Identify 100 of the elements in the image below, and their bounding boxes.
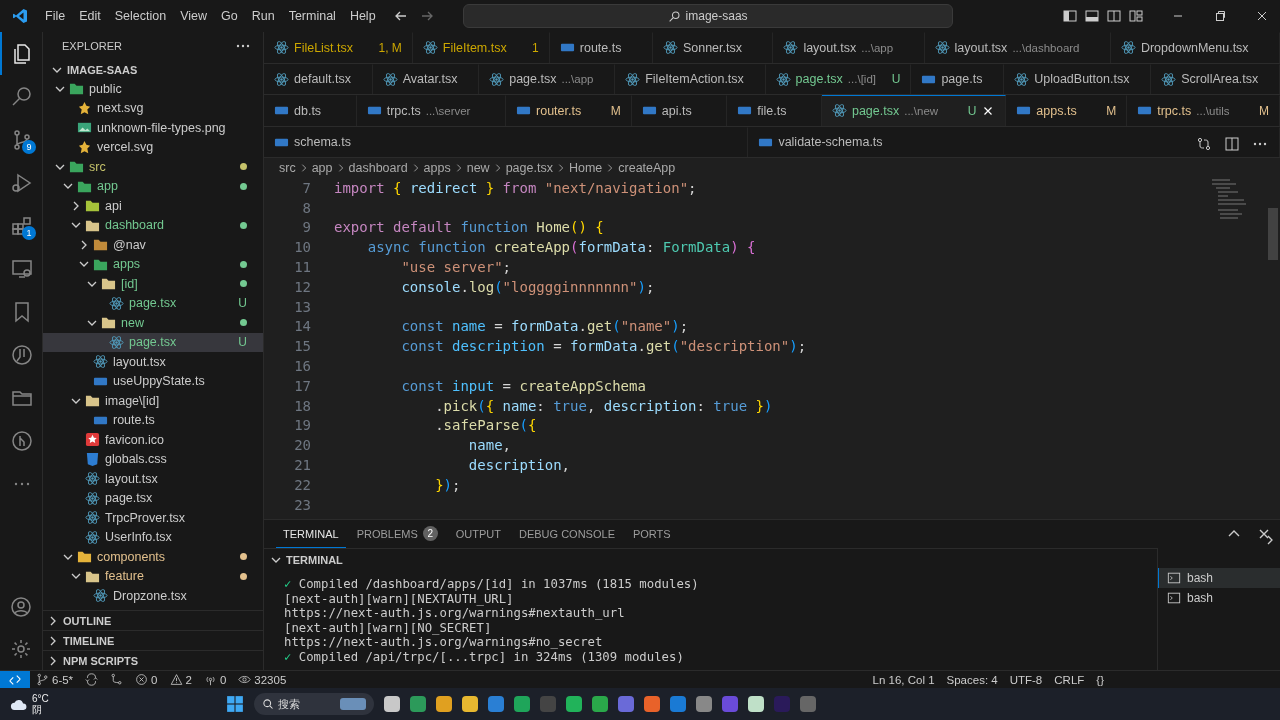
section-header[interactable]: TIMELINE (43, 630, 263, 650)
editor-tab[interactable]: trpc.ts ...\utils M (1127, 95, 1280, 126)
activity-bar-item[interactable]: 9 (0, 118, 42, 161)
breadcrumb-item[interactable]: apps (423, 161, 451, 175)
tree-item[interactable]: app (43, 176, 263, 196)
status-bar-item[interactable]: 0 (129, 673, 164, 686)
app-icon[interactable] (410, 696, 426, 712)
tree-item[interactable]: src (43, 157, 263, 177)
status-bar-item[interactable]: {} (1090, 673, 1110, 686)
breadcrumb-item[interactable]: new (466, 161, 490, 175)
app-icon[interactable] (592, 696, 608, 712)
tree-item[interactable]: vercel.svg (43, 137, 263, 157)
menu-item[interactable]: Terminal (281, 9, 343, 23)
tree-item[interactable]: globals.css (43, 449, 263, 469)
app-icon[interactable] (670, 696, 686, 712)
editor-tab[interactable]: FileItem.tsx 1 (412, 32, 550, 63)
panel-tab[interactable]: PORTS (625, 520, 678, 548)
panel-tab[interactable]: DEBUG CONSOLE (512, 520, 622, 548)
status-bar-item[interactable]: 6-5* (30, 673, 80, 686)
status-bar-item[interactable]: CRLF (1048, 673, 1091, 686)
editor-tab[interactable]: api.ts (631, 95, 728, 126)
tree-item[interactable]: page.tsx (43, 488, 263, 508)
editor-tab[interactable]: Sonner.tsx (652, 32, 774, 63)
editor-tab[interactable]: router.ts M (506, 95, 632, 126)
compare-changes-icon[interactable] (1196, 136, 1212, 152)
editor-tab[interactable]: FileItemAction.tsx (615, 63, 766, 94)
tree-item[interactable]: route.ts (43, 410, 263, 430)
app-icon[interactable] (748, 696, 764, 712)
editor-tab[interactable]: page.tsx ...\new U (821, 95, 1007, 126)
tree-item[interactable]: new (43, 313, 263, 333)
remote-button[interactable] (0, 671, 30, 688)
editor-tab[interactable]: validate-schema.ts (748, 126, 1280, 157)
terminal-section-header[interactable]: TERMINAL (264, 548, 1157, 571)
editor-tab[interactable]: DropdownMenu.tsx (1110, 32, 1280, 63)
tree-item[interactable]: page.tsx U (43, 332, 263, 352)
account-icon[interactable] (9, 595, 33, 619)
menu-item[interactable]: Selection (107, 9, 174, 23)
tree-item[interactable]: next.svg (43, 98, 263, 118)
breadcrumb-item[interactable]: app (311, 161, 333, 175)
breadcrumb-item[interactable]: src (279, 161, 296, 175)
panel-tab[interactable]: TERMINAL (276, 520, 346, 548)
terminal-list-item[interactable]: bash (1158, 588, 1280, 608)
editor-tab[interactable]: db.ts (264, 95, 357, 126)
tree-item[interactable]: layout.tsx (43, 352, 263, 372)
editor-tab[interactable]: schema.ts (264, 126, 749, 157)
activity-bar-item[interactable]: 1 (0, 204, 42, 247)
status-bar-item[interactable]: Spaces: 4 (940, 673, 1004, 686)
tree-item[interactable]: page.tsx U (43, 293, 263, 313)
status-bar-item[interactable]: UTF-8 (1003, 673, 1049, 686)
settings-icon[interactable] (9, 637, 33, 661)
editor-tab[interactable]: page.tsx ...\app (479, 63, 616, 94)
app-icon[interactable] (618, 696, 634, 712)
editor-tab[interactable]: Avatar.tsx (372, 63, 480, 94)
layout-grid-icon[interactable] (1128, 8, 1144, 24)
menu-item[interactable]: Run (244, 9, 282, 23)
tree-item[interactable]: layout.tsx (43, 469, 263, 489)
menu-item[interactable]: File (38, 9, 73, 23)
editor-tab[interactable]: page.tsx ...\[id] U (765, 63, 912, 94)
status-bar-item[interactable]: 32305 (232, 673, 293, 686)
editor-tab[interactable]: FileList.tsx 1, M (264, 32, 413, 63)
editor-tab[interactable]: ScrollArea.tsx (1151, 63, 1280, 94)
tree-item[interactable]: image\[id] (43, 391, 263, 411)
app-icon[interactable] (436, 696, 452, 712)
panel-tab[interactable]: PROBLEMS 2 (349, 520, 445, 548)
panel-tab[interactable]: OUTPUT (448, 520, 508, 548)
tree-item[interactable]: TrpcProver.tsx (43, 508, 263, 528)
tree-item[interactable]: api (43, 196, 263, 216)
status-bar-item[interactable]: 0 (197, 673, 233, 686)
tree-item[interactable]: UserInfo.tsx (43, 527, 263, 547)
breadcrumb-item[interactable]: dashboard (348, 161, 408, 175)
menu-item[interactable]: Help (342, 9, 383, 23)
app-icon[interactable] (462, 696, 478, 712)
app-icon[interactable] (384, 696, 400, 712)
status-bar-item[interactable]: 2 (163, 673, 198, 686)
breadcrumb-item[interactable]: page.tsx (505, 161, 553, 175)
status-bar-item[interactable]: Ln 16, Col 1 (866, 673, 941, 686)
editor-tab[interactable]: trpc.ts ...\server (356, 95, 506, 126)
app-icon[interactable] (644, 696, 660, 712)
split-layout-icon[interactable] (1106, 8, 1122, 24)
editor-tab[interactable]: layout.tsx ...\app (773, 32, 925, 63)
tree-item[interactable]: favicon.ico (43, 430, 263, 450)
app-icon[interactable] (566, 696, 582, 712)
app-icon[interactable] (488, 696, 504, 712)
editor-tab[interactable]: layout.tsx ...\dashboard (924, 32, 1111, 63)
tree-item[interactable]: apps (43, 254, 263, 274)
terminal-list-item[interactable]: bash (1158, 568, 1280, 588)
editor-tab[interactable]: UploadButton.tsx (1004, 63, 1152, 94)
editor-tab[interactable]: default.tsx (264, 63, 373, 94)
tree-item[interactable]: public (43, 79, 263, 99)
tree-item[interactable]: unknown-file-types.png (43, 118, 263, 138)
section-header[interactable]: OUTLINE (43, 610, 263, 630)
menu-item[interactable]: Go (214, 9, 245, 23)
app-icon[interactable] (514, 696, 530, 712)
command-center-search[interactable]: image-saas (462, 4, 953, 28)
split-editor-icon[interactable] (1224, 136, 1240, 152)
editor-tab[interactable]: apps.ts M (1006, 95, 1128, 126)
tree-item[interactable]: dashboard (43, 215, 263, 235)
windows-start-icon[interactable] (226, 695, 244, 713)
tree-item[interactable]: @nav (43, 235, 263, 255)
tree-item[interactable]: useUppyState.ts (43, 371, 263, 391)
